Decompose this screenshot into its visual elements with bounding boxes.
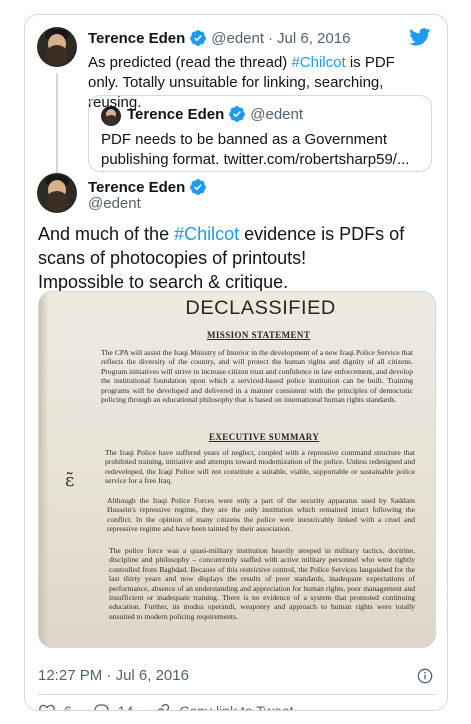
main-author-row: Terence Eden [88, 178, 207, 196]
tweet-text-segment: And much of the [38, 224, 175, 244]
twitter-bird-icon[interactable] [409, 28, 431, 46]
copy-link-button[interactable]: Copy link to Tweet [153, 702, 294, 711]
parent-author-row: Terence Eden @edent · Jul 6, 2016 [88, 29, 350, 47]
scan-shadow [39, 292, 49, 647]
main-tweet-text: And much of the #Chilcot evidence is PDF… [38, 222, 443, 294]
separator-dot: · [106, 667, 112, 684]
reply-count: 14 [117, 703, 134, 711]
quoted-tweet[interactable]: Terence Eden @edent PDF needs to be bann… [88, 95, 432, 172]
tweet-embed-card: Terence Eden @edent · Jul 6, 2016 As pre… [24, 14, 448, 711]
thread-line [56, 73, 58, 176]
document-paragraph: Although the Iraqi Police Forces were on… [107, 496, 415, 534]
author-handle[interactable]: @edent [88, 195, 141, 212]
heart-icon [39, 704, 55, 710]
author-name[interactable]: Terence Eden [88, 179, 185, 196]
author-handle: @edent [250, 105, 304, 123]
hashtag-link[interactable]: #Chilcot [291, 54, 345, 71]
handwritten-margin-mark: ɛ̃ [65, 470, 75, 491]
document-paragraph: The police force was a quasi-military in… [109, 546, 415, 621]
tweet-text-segment: As predicted (read the thread) [88, 54, 292, 71]
tweet-date[interactable]: Jul 6, 2016 [277, 30, 350, 47]
verified-badge-icon [190, 179, 207, 195]
hashtag-link[interactable]: #Chilcot [174, 224, 239, 244]
divider [38, 694, 436, 695]
quote-author-row: Terence Eden @edent [127, 105, 303, 123]
avatar[interactable] [37, 173, 77, 213]
reply-button[interactable]: 14 [92, 702, 134, 711]
avatar [101, 106, 121, 126]
tweet-text-segment: Impossible to search & critique. [38, 272, 289, 292]
verified-badge-icon [190, 30, 207, 46]
reply-icon [94, 704, 109, 710]
scanned-document-image[interactable]: DECLASSIFIED MISSION STATEMENT The CPA w… [38, 291, 436, 648]
document-paragraph: The Iraqi Police have suffered years of … [105, 448, 415, 486]
copy-link-label: Copy link to Tweet [179, 703, 294, 711]
like-count: 6 [64, 703, 72, 711]
like-button[interactable]: 6 [38, 702, 72, 711]
info-icon[interactable] [417, 668, 433, 684]
separator-dot: · [268, 29, 274, 47]
tweet-actions: 6 14 Copy link to Tweet [38, 702, 314, 711]
author-name[interactable]: Terence Eden [88, 30, 185, 47]
avatar[interactable] [37, 27, 77, 67]
author-handle[interactable]: @edent [211, 30, 264, 47]
document-heading: EXECUTIVE SUMMARY [209, 432, 320, 442]
document-paragraph: The CPA will assist the Iraqi Ministry o… [101, 348, 413, 405]
document-heading: MISSION STATEMENT [207, 330, 311, 340]
verified-badge-icon [229, 106, 246, 122]
quoted-tweet-text: PDF needs to be banned as a Government p… [101, 131, 410, 168]
document-title: DECLASSIFIED [185, 298, 336, 319]
link-icon [158, 703, 170, 710]
parent-tweet[interactable]: Terence Eden @edent · Jul 6, 2016 As pre… [25, 15, 447, 176]
tweet-date: Jul 6, 2016 [115, 667, 189, 684]
tweet-time: 12:27 PM [38, 667, 103, 684]
tweet-timestamp[interactable]: 12:27 PM · Jul 6, 2016 [38, 667, 189, 684]
author-name: Terence Eden [127, 105, 225, 123]
